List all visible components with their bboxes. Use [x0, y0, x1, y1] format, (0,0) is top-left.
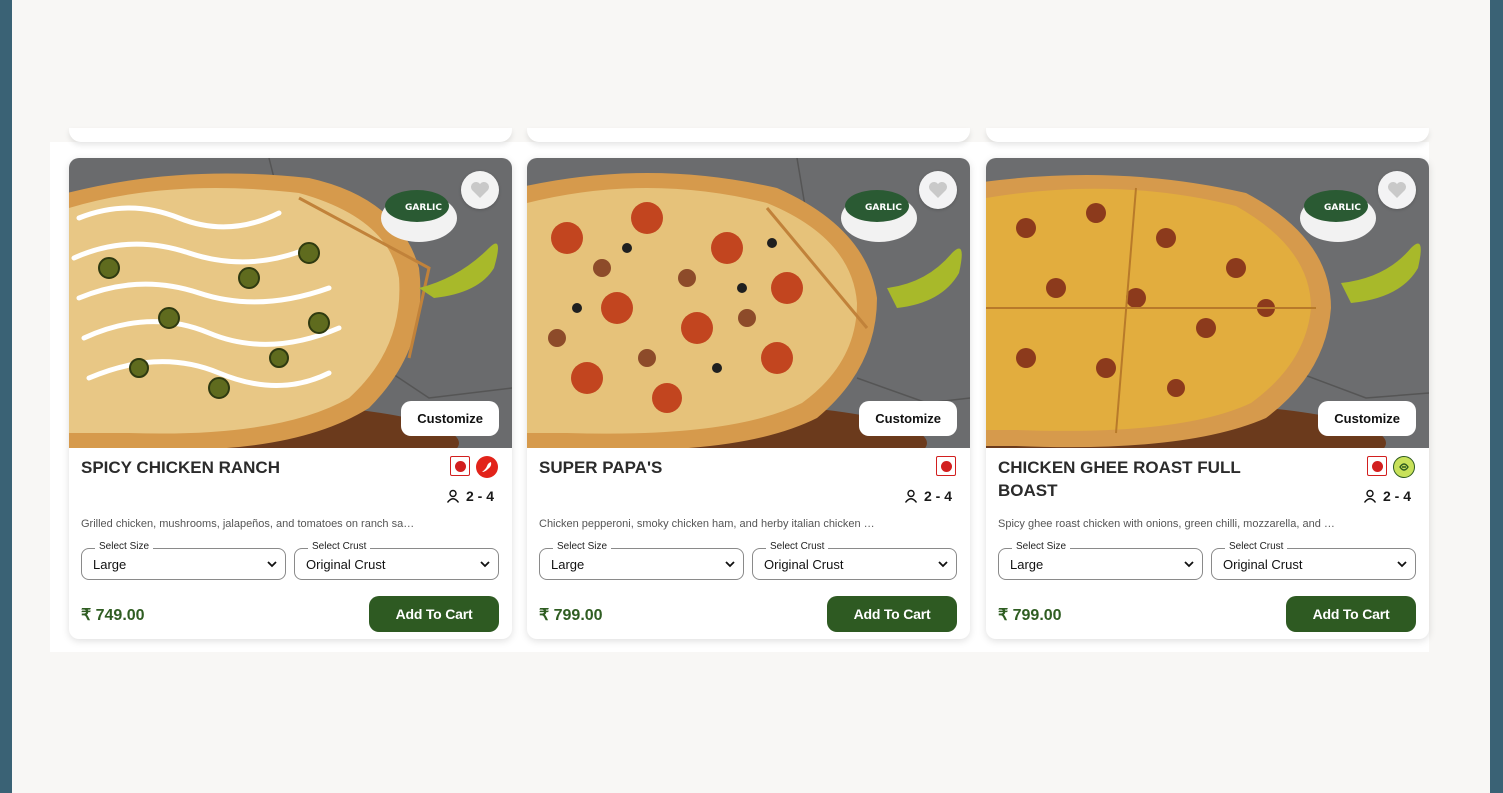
add-to-cart-button[interactable]: Add To Cart [1286, 596, 1416, 632]
favorite-button[interactable] [461, 171, 499, 209]
serves-count: 2 - 4 [1382, 488, 1411, 504]
product-description: Grilled chicken, mushrooms, jalapeños, a… [81, 518, 419, 530]
product-card: GARLIC Customize SPICY CHICKEN RANCH 2 -… [69, 158, 512, 639]
chevron-down-icon [725, 561, 735, 568]
serves-count: 2 - 4 [923, 488, 952, 504]
chevron-down-icon [480, 561, 490, 568]
diet-badges [936, 456, 956, 476]
previous-row-card [986, 128, 1429, 142]
crust-select-value: Original Crust [306, 557, 386, 572]
size-select[interactable]: Select Size Large [539, 541, 744, 580]
customize-button[interactable]: Customize [859, 401, 957, 436]
product-price: ₹ 799.00 [998, 607, 1062, 624]
diet-badges [450, 456, 498, 478]
non-veg-icon [1367, 456, 1387, 476]
crust-select-label: Select Crust [1225, 541, 1288, 552]
chevron-down-icon [1397, 561, 1407, 568]
serves-count: 2 - 4 [465, 488, 494, 504]
previous-row-card [527, 128, 970, 142]
svg-text:GARLIC: GARLIC [865, 203, 902, 213]
customize-button[interactable]: Customize [401, 401, 499, 436]
product-title: SUPER PAPA'S [539, 458, 663, 477]
heart-icon [929, 182, 947, 198]
add-to-cart-button[interactable]: Add To Cart [369, 596, 499, 632]
size-select[interactable]: Select Size Large [998, 541, 1203, 580]
chevron-down-icon [1184, 561, 1194, 568]
svg-text:GARLIC: GARLIC [405, 203, 442, 213]
crust-select-value: Original Crust [764, 557, 844, 572]
previous-row-card [69, 128, 512, 142]
svg-text:GARLIC: GARLIC [1324, 203, 1361, 213]
product-title: SPICY CHICKEN RANCH [81, 458, 280, 477]
size-select-label: Select Size [95, 541, 154, 552]
product-card: GARLIC Customize CHICKEN GHEE ROAST FULL… [986, 158, 1429, 639]
product-description: Chicken pepperoni, smoky chicken ham, an… [539, 518, 877, 530]
chevron-down-icon [938, 561, 948, 568]
product-description: Spicy ghee roast chicken with onions, gr… [998, 518, 1336, 530]
person-icon [446, 489, 460, 503]
chevron-down-icon [267, 561, 277, 568]
add-to-cart-button[interactable]: Add To Cart [827, 596, 957, 632]
customize-button[interactable]: Customize [1318, 401, 1416, 436]
product-price: ₹ 799.00 [539, 607, 603, 624]
size-select-label: Select Size [553, 541, 612, 552]
product-card: GARLIC Customize SUPER PAPA'S 2 - 4 Chic… [527, 158, 970, 639]
special-icon [1393, 456, 1415, 478]
crust-select-label: Select Crust [308, 541, 371, 552]
favorite-button[interactable] [1378, 171, 1416, 209]
heart-icon [1388, 182, 1406, 198]
serves-info: 2 - 4 [1363, 488, 1411, 504]
serves-info: 2 - 4 [446, 488, 494, 504]
size-select-label: Select Size [1012, 541, 1071, 552]
size-select-value: Large [1010, 557, 1044, 572]
diet-badges [1367, 456, 1415, 478]
spicy-chili-icon [476, 456, 498, 478]
heart-icon [471, 182, 489, 198]
crust-select[interactable]: Select Crust Original Crust [752, 541, 957, 580]
favorite-button[interactable] [919, 171, 957, 209]
crust-select-value: Original Crust [1223, 557, 1303, 572]
size-select-value: Large [93, 557, 127, 572]
product-price: ₹ 749.00 [81, 607, 145, 624]
person-icon [904, 489, 918, 503]
non-veg-icon [450, 456, 470, 476]
product-title: CHICKEN GHEE ROAST FULL BOAST [998, 458, 1241, 500]
crust-select-label: Select Crust [766, 541, 829, 552]
non-veg-icon [936, 456, 956, 476]
serves-info: 2 - 4 [904, 488, 952, 504]
person-icon [1363, 489, 1377, 503]
crust-select[interactable]: Select Crust Original Crust [1211, 541, 1416, 580]
size-select[interactable]: Select Size Large [81, 541, 286, 580]
crust-select[interactable]: Select Crust Original Crust [294, 541, 499, 580]
size-select-value: Large [551, 557, 585, 572]
